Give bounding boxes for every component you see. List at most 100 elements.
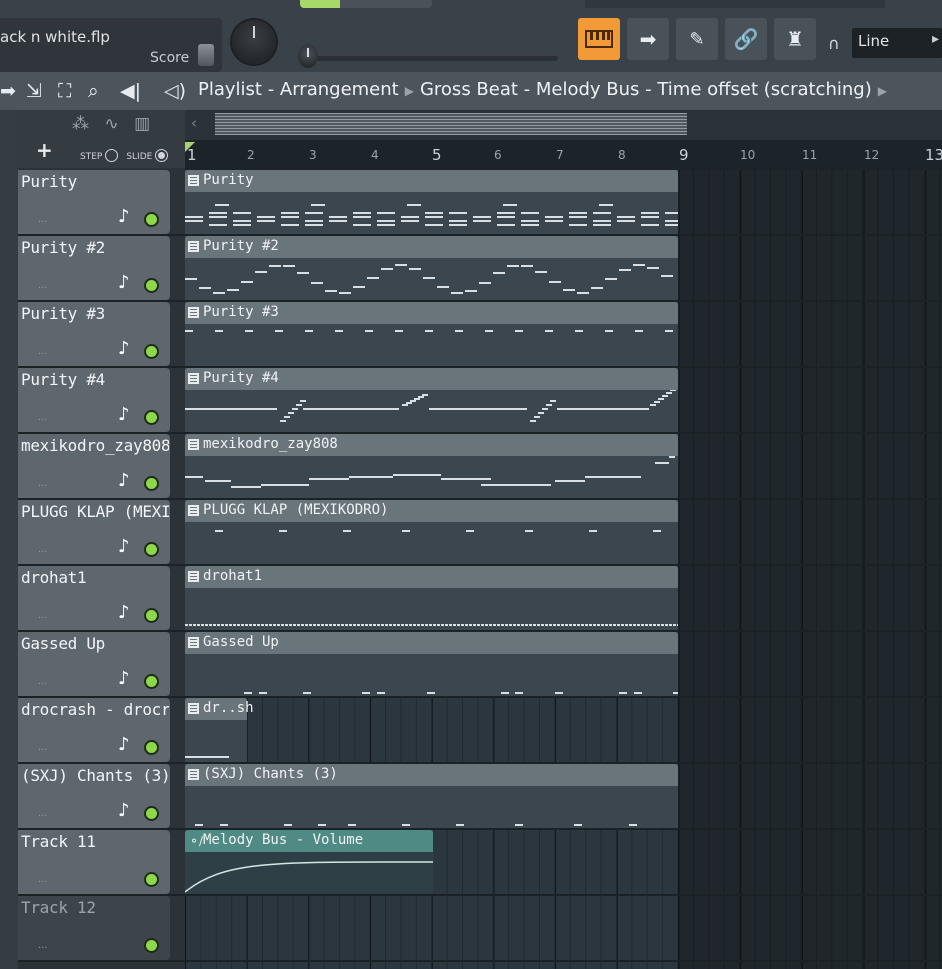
track-name[interactable]: Gassed Up — [21, 634, 169, 653]
pattern-clip[interactable]: drohat1 — [185, 566, 679, 630]
chevron-left-icon[interactable]: ‹ — [191, 114, 197, 132]
track-name[interactable]: drohat1 — [21, 568, 169, 587]
pattern-clip[interactable]: mexikodro_zay808 — [185, 434, 679, 498]
note-mark — [279, 530, 287, 532]
pattern-clip[interactable]: Purity #4 — [185, 368, 679, 432]
track-name[interactable]: PLUGG KLAP (MEXI... — [21, 502, 169, 521]
track-name[interactable]: Purity #3 — [21, 304, 169, 323]
speaker-outline-icon[interactable]: ◁) — [164, 80, 186, 102]
track-header[interactable]: Gassed Up... ♪ — [18, 632, 170, 696]
track-more-icon[interactable]: ... — [38, 544, 48, 555]
pattern-clip[interactable]: Purity — [185, 170, 679, 234]
track-header[interactable]: drohat1... ♪ — [18, 566, 170, 630]
score-label: Score — [150, 50, 190, 66]
track-name[interactable]: Track 12 — [21, 898, 169, 917]
track-name[interactable]: Purity #2 — [21, 238, 169, 257]
breadcrumb-playlist[interactable]: Playlist - Arrangement — [198, 79, 399, 100]
track-header[interactable]: (SXJ) Chants (3)... ♪ — [18, 764, 170, 828]
add-track-button[interactable]: + — [36, 138, 53, 162]
track-name[interactable]: mexikodro_zay808 — [21, 436, 169, 455]
fullscreen-icon[interactable]: ⛶ — [58, 80, 71, 102]
track-enable-led[interactable] — [146, 940, 157, 951]
track-enable-led[interactable] — [146, 412, 157, 423]
piano-icon[interactable]: ▥ — [134, 114, 150, 134]
arrow-tool-button[interactable]: ➡ — [627, 18, 669, 60]
playlist-overview[interactable]: ‹ — [185, 110, 942, 140]
breadcrumb-target[interactable]: Gross Beat - Melody Bus - Time offset (s… — [420, 79, 872, 100]
track-enable-led[interactable] — [146, 610, 157, 621]
note-mark — [367, 277, 379, 279]
overview-thumb[interactable] — [215, 113, 687, 135]
pattern-clip[interactable]: Gassed Up — [185, 632, 679, 696]
track-more-icon[interactable]: ... — [38, 742, 48, 753]
track-header[interactable]: Track 12... — [18, 896, 170, 960]
note-mark — [199, 287, 211, 289]
automation-icon[interactable]: ∿ — [104, 114, 118, 134]
note-mark — [525, 530, 533, 532]
pattern-clip[interactable]: dr..sh — [185, 698, 254, 762]
track-header[interactable]: drocrash - drocra...... ♪ — [18, 698, 170, 762]
pattern-clip[interactable]: Purity #2 — [185, 236, 679, 300]
score-knob[interactable] — [198, 44, 214, 66]
track-enable-led[interactable] — [146, 214, 157, 225]
track-name[interactable]: Purity #4 — [21, 370, 169, 389]
pattern-clip[interactable]: (SXJ) Chants (3) — [185, 764, 679, 828]
mixer-button[interactable]: ♜ — [774, 18, 816, 60]
track-more-icon[interactable]: ... — [38, 808, 48, 819]
automation-clip[interactable]: ⚬∕ Melody Bus - Volume — [185, 830, 433, 894]
select-icon[interactable]: ⇲ — [26, 80, 42, 102]
track-more-icon[interactable]: ... — [38, 676, 48, 687]
note-mark — [303, 692, 311, 694]
track-header[interactable]: Purity #2... ♪ — [18, 236, 170, 300]
magnet-icon[interactable]: ∩ — [828, 34, 840, 53]
track-more-icon[interactable]: ... — [38, 412, 48, 423]
pattern-clip[interactable]: Purity #3 — [185, 302, 679, 366]
track-enable-led[interactable] — [146, 346, 157, 357]
track-header[interactable]: Purity #3... ♪ — [18, 302, 170, 366]
slider-knob[interactable] — [298, 44, 318, 68]
track-header[interactable]: PLUGG KLAP (MEXI...... ♪ — [18, 500, 170, 564]
track-name[interactable]: drocrash - drocra... — [21, 700, 169, 719]
pattern-clip[interactable]: PLUGG KLAP (MEXIKODRO) — [185, 500, 679, 564]
track-enable-led[interactable] — [146, 808, 157, 819]
waveform-icon[interactable]: ⁂ — [72, 114, 89, 134]
master-pitch-knob[interactable] — [232, 20, 276, 64]
note-mark — [569, 216, 587, 218]
track-header[interactable]: Purity... ♪ — [18, 170, 170, 234]
step-radio[interactable] — [105, 149, 119, 162]
track-header[interactable]: Purity #4... ♪ — [18, 368, 170, 432]
note-mark — [377, 224, 395, 226]
track-more-icon[interactable]: ... — [38, 940, 48, 951]
note-mark — [220, 824, 228, 826]
track-header[interactable]: Track 11... — [18, 830, 170, 894]
track-more-icon[interactable]: ... — [38, 280, 48, 291]
top-strip — [0, 0, 942, 14]
track-more-icon[interactable]: ... — [38, 214, 48, 225]
note-mark — [423, 277, 435, 279]
track-enable-led[interactable] — [146, 544, 157, 555]
track-more-icon[interactable]: ... — [38, 874, 48, 885]
track-more-icon[interactable]: ... — [38, 610, 48, 621]
track-enable-led[interactable] — [146, 676, 157, 687]
track-name[interactable]: Track 11 — [21, 832, 169, 851]
track-name[interactable]: (SXJ) Chants (3) — [21, 766, 169, 785]
track-name[interactable]: Purity — [21, 172, 169, 191]
track-more-icon[interactable]: ... — [38, 346, 48, 357]
track-enable-led[interactable] — [146, 874, 157, 885]
timeline-ruler[interactable]: 1 2 3 4 5 6 7 8 9 10 11 12 13 — [185, 140, 942, 170]
tempo-slider[interactable] — [312, 56, 558, 61]
track-enable-led[interactable] — [146, 478, 157, 489]
track-header[interactable]: mexikodro_zay808... ♪ — [18, 434, 170, 498]
track-enable-led[interactable] — [146, 280, 157, 291]
slide-radio[interactable] — [155, 149, 169, 162]
piano-roll-button[interactable] — [578, 18, 620, 60]
speaker-icon[interactable]: ◀| — [120, 80, 141, 102]
track-more-icon[interactable]: ... — [38, 478, 48, 489]
arrow-icon[interactable]: ➡ — [0, 80, 16, 102]
snap-selector[interactable]: Line ▸ — [852, 28, 942, 58]
paint-tool-button[interactable]: ✎ — [676, 18, 718, 60]
track-enable-led[interactable] — [146, 742, 157, 753]
link-button[interactable]: 🔗 — [725, 18, 767, 60]
zoom-icon[interactable]: ⌕ — [88, 80, 99, 102]
clip-title: Gassed Up — [203, 634, 279, 650]
